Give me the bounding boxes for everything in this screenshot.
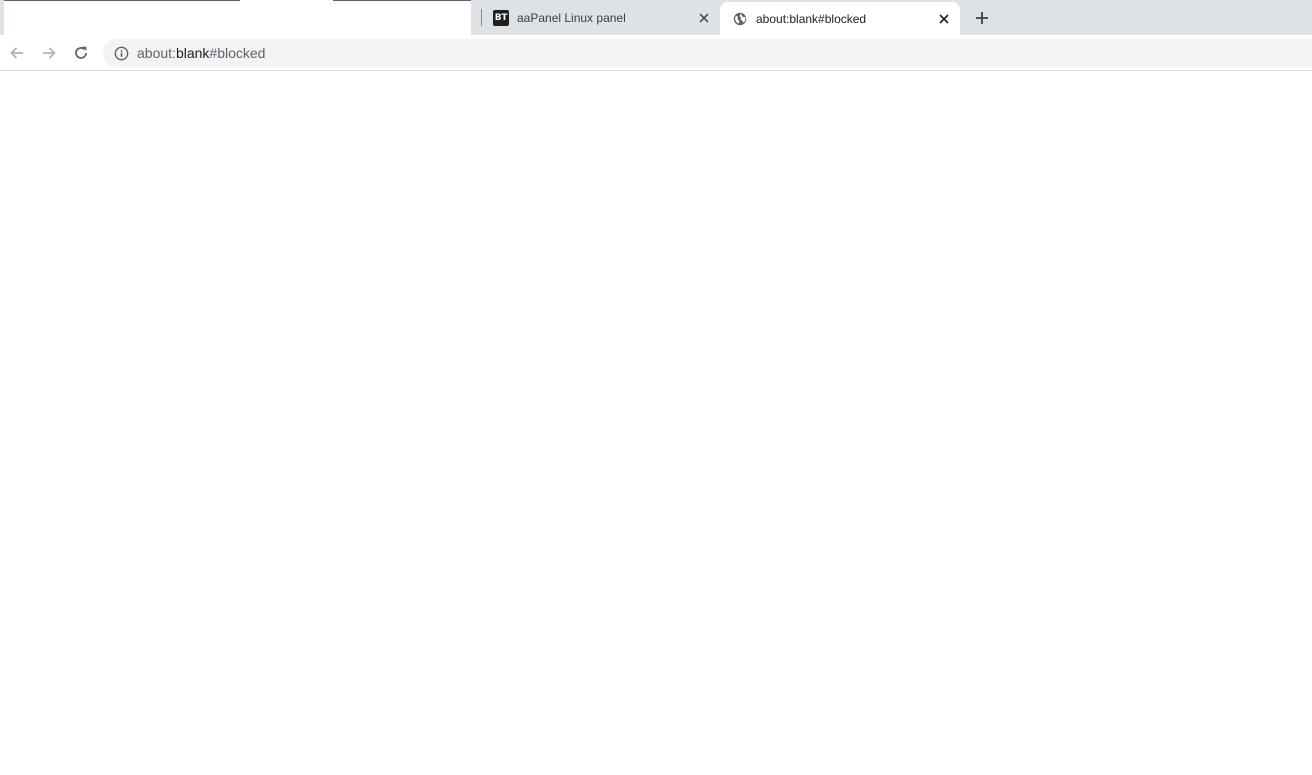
tab-title: aaPanel Linux panel (517, 10, 626, 25)
reload-button[interactable] (68, 40, 94, 66)
globe-icon (732, 11, 748, 27)
arrow-right-icon (41, 45, 57, 61)
tab-strip-blank-area (4, 0, 471, 35)
address-bar[interactable]: about:blank#blocked (103, 39, 1312, 67)
url-host: blank (175, 45, 210, 61)
new-tab-button[interactable] (971, 7, 993, 29)
browser-toolbar: about:blank#blocked (0, 35, 1312, 71)
tab-aapanel[interactable]: BT aaPanel Linux panel (482, 0, 720, 35)
url-fragment: #blocked (209, 45, 266, 61)
page-content (0, 72, 1312, 775)
plus-icon (975, 11, 989, 25)
info-icon[interactable] (113, 45, 129, 61)
tab-strip-notch (240, 0, 333, 2)
back-button[interactable] (4, 40, 30, 66)
tab-strip: BT aaPanel Linux panel about:blank#block… (0, 0, 1312, 35)
tab-about-blank[interactable]: about:blank#blocked (720, 2, 960, 35)
url-scheme: about: (137, 45, 176, 61)
reload-icon (73, 45, 89, 61)
arrow-left-icon (9, 45, 25, 61)
bt-favicon-icon: BT (493, 9, 509, 26)
forward-button[interactable] (36, 40, 62, 66)
tab-title: about:blank#blocked (756, 11, 867, 26)
close-icon[interactable] (696, 10, 712, 26)
close-icon[interactable] (936, 11, 952, 27)
address-bar-url: about:blank#blocked (137, 45, 265, 61)
